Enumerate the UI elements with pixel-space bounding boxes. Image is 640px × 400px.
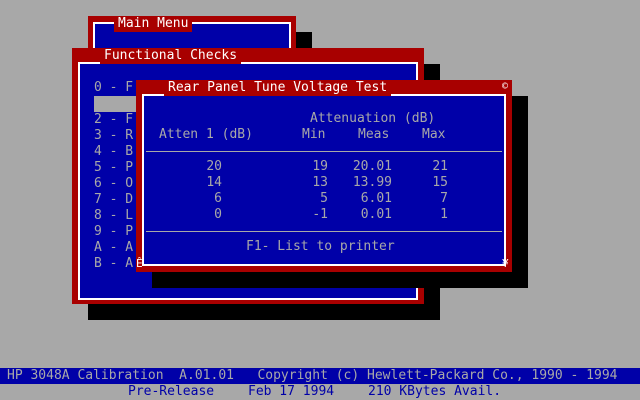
dialog-resize-icon[interactable]: ¥ — [502, 256, 509, 272]
menu-item-6[interactable]: 6 - O — [94, 176, 133, 192]
header-divider — [146, 151, 502, 152]
min-column-header: Min — [302, 127, 326, 142]
meas-cell: 20.01 — [352, 159, 392, 174]
max-cell: 1 — [440, 207, 448, 222]
menu-item-label: - D — [109, 192, 134, 207]
main-menu-title: Main Menu — [114, 16, 193, 32]
max-cell: 21 — [432, 159, 448, 174]
menu-item-key: 6 — [94, 176, 102, 191]
dialog-close-icon[interactable]: © — [502, 80, 512, 94]
menu-item-7[interactable]: 7 - D — [94, 192, 133, 208]
menu-item-label: - O — [109, 176, 134, 191]
menu-item-label: - F — [109, 80, 134, 95]
atten-cell: 0 — [214, 207, 222, 222]
dialog-left-edge-icon: Ê — [136, 257, 143, 270]
menu-item-label: - R — [109, 128, 134, 143]
menu-item-label: - P — [109, 160, 134, 175]
menu-item-label: - R — [109, 96, 134, 111]
menu-item-label: - P — [109, 224, 134, 239]
memory-available: 210 KBytes Avail. — [368, 384, 502, 399]
menu-item-key: 4 — [94, 144, 102, 159]
menu-item-key: 8 — [94, 208, 102, 223]
menu-item-9[interactable]: 9 - P — [94, 224, 133, 240]
menu-item-label: - A — [109, 256, 134, 271]
meas-cell: 0.01 — [360, 207, 392, 222]
max-column-header: Max — [422, 127, 446, 142]
meas-cell: 13.99 — [352, 175, 392, 190]
menu-item-label: - L — [109, 208, 134, 223]
menu-item-8[interactable]: 8 - L — [94, 208, 133, 224]
build-date: Feb 17 1994 — [248, 384, 335, 399]
prerelease-label: Pre-Release — [128, 384, 215, 399]
min-cell: 13 — [312, 175, 328, 190]
menu-item-label: - B — [109, 144, 134, 159]
min-cell: -1 — [312, 207, 328, 222]
menu-item-0[interactable]: 0 - F — [94, 80, 133, 96]
footer-divider — [146, 231, 502, 232]
atten-cell: 14 — [206, 175, 222, 190]
menu-item-label: - F — [109, 112, 134, 127]
menu-item-key: 2 — [94, 112, 102, 127]
menu-item-a[interactable]: A - A — [94, 240, 133, 256]
voltage-test-dialog: Rear Panel Tune Voltage Test © Ê ¥ Atten… — [136, 80, 512, 272]
atten-cell: 20 — [206, 159, 222, 174]
menu-item-key: 0 — [94, 80, 102, 95]
dialog-title: Rear Panel Tune Voltage Test — [164, 80, 392, 96]
menu-item-key: B — [94, 256, 102, 271]
status-bar-line2: Pre-Release Feb 17 1994 210 KBytes Avail… — [0, 384, 640, 400]
min-cell: 19 — [312, 159, 328, 174]
meas-column-header: Meas — [358, 127, 390, 142]
status-bar-line1: HP 3048A Calibration A.01.01 Copyright (… — [0, 368, 640, 384]
functional-checks-title: Functional Checks — [100, 48, 242, 64]
menu-item-key: 5 — [94, 160, 102, 175]
atten-cell: 6 — [214, 191, 222, 206]
menu-item-1[interactable]: 1 - R — [94, 96, 142, 112]
menu-item-key: A — [94, 240, 102, 255]
menu-item-b[interactable]: B - A — [94, 256, 133, 272]
meas-cell: 6.01 — [360, 191, 392, 206]
menu-item-key: 7 — [94, 192, 102, 207]
menu-item-key: 3 — [94, 128, 102, 143]
menu-item-key: 1 — [94, 96, 102, 111]
menu-item-4[interactable]: 4 - B — [94, 144, 133, 160]
attenuation-group-header: Attenuation (dB) — [310, 111, 436, 126]
max-cell: 15 — [432, 175, 448, 190]
menu-item-3[interactable]: 3 - R — [94, 128, 133, 144]
print-list-hint[interactable]: F1- List to printer — [246, 239, 395, 255]
menu-item-label: - A — [109, 240, 134, 255]
main-menu-window: Main Menu — [88, 16, 296, 48]
max-cell: 7 — [440, 191, 448, 206]
menu-item-5[interactable]: 5 - P — [94, 160, 133, 176]
atten1-column-header: Atten 1 (dB) — [159, 127, 253, 142]
menu-item-2[interactable]: 2 - F — [94, 112, 133, 128]
menu-item-key: 9 — [94, 224, 102, 239]
min-cell: 5 — [320, 191, 328, 206]
